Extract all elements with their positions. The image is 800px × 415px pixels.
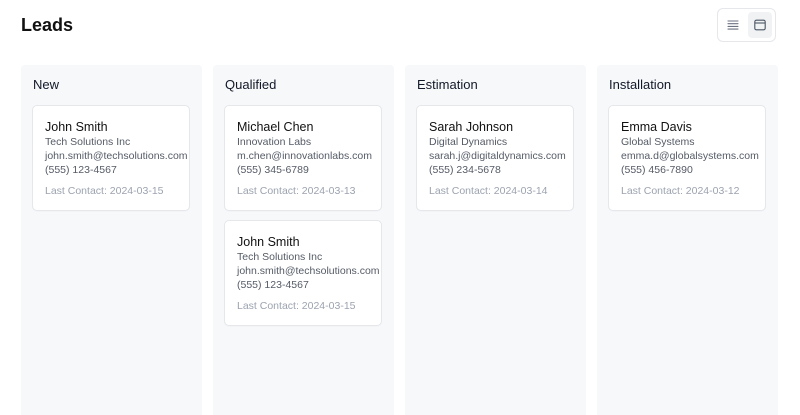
column-title: Estimation [417, 77, 478, 92]
lead-card[interactable]: John Smith Tech Solutions Inc john.smith… [32, 105, 190, 211]
lead-card[interactable]: Michael Chen Innovation Labs m.chen@inno… [224, 105, 382, 211]
column-estimation: Estimation Sarah Johnson Digital Dynamic… [405, 65, 586, 415]
list-icon [727, 20, 739, 30]
lead-last-contact: Last Contact: 2024-03-15 [45, 185, 164, 197]
lead-company: Innovation Labs [237, 136, 312, 148]
page-title: Leads [21, 15, 74, 35]
lead-last-contact: Last Contact: 2024-03-15 [237, 300, 356, 312]
lead-phone: (555) 456-7890 [621, 164, 693, 176]
lead-email: m.chen@innovationlabs.com [237, 150, 372, 162]
view-toggle [717, 8, 776, 42]
lead-name: John Smith [237, 235, 300, 249]
lead-card[interactable]: John Smith Tech Solutions Inc john.smith… [224, 220, 382, 326]
lead-company: Tech Solutions Inc [237, 251, 323, 263]
lead-name: Michael Chen [237, 120, 314, 134]
board-icon [753, 19, 766, 31]
lead-email: john.smith@techsolutions.com [45, 150, 188, 162]
board-view-button[interactable] [747, 12, 772, 38]
lead-last-contact: Last Contact: 2024-03-13 [237, 185, 356, 197]
lead-phone: (555) 123-4567 [45, 164, 117, 176]
lead-card[interactable]: Sarah Johnson Digital Dynamics sarah.j@d… [416, 105, 574, 211]
column-cards: Michael Chen Innovation Labs m.chen@inno… [224, 105, 383, 335]
column-qualified: Qualified Michael Chen Innovation Labs m… [213, 65, 394, 415]
lead-email: john.smith@techsolutions.com [237, 265, 380, 277]
column-new: New John Smith Tech Solutions Inc john.s… [21, 65, 202, 415]
lead-name: Sarah Johnson [429, 120, 514, 134]
column-cards: Sarah Johnson Digital Dynamics sarah.j@d… [416, 105, 575, 220]
lead-company: Global Systems [621, 136, 695, 148]
column-cards: John Smith Tech Solutions Inc john.smith… [32, 105, 191, 220]
column-title: Qualified [225, 77, 277, 92]
column-cards: Emma Davis Global Systems emma.d@globals… [608, 105, 767, 220]
lead-name: Emma Davis [621, 120, 692, 134]
lead-phone: (555) 345-6789 [237, 164, 309, 176]
lead-phone: (555) 234-5678 [429, 164, 501, 176]
lead-name: John Smith [45, 120, 108, 134]
lead-company: Tech Solutions Inc [45, 136, 131, 148]
column-title: New [33, 77, 60, 92]
lead-email: emma.d@globalsystems.com [621, 150, 759, 162]
lead-phone: (555) 123-4567 [237, 279, 309, 291]
list-view-button[interactable] [721, 12, 746, 38]
column-installation: Installation Emma Davis Global Systems e… [597, 65, 778, 415]
lead-company: Digital Dynamics [429, 136, 508, 148]
column-title: Installation [609, 77, 672, 92]
lead-last-contact: Last Contact: 2024-03-14 [429, 185, 548, 197]
lead-email: sarah.j@digitaldynamics.com [429, 150, 566, 162]
lead-card[interactable]: Emma Davis Global Systems emma.d@globals… [608, 105, 766, 211]
lead-last-contact: Last Contact: 2024-03-12 [621, 185, 740, 197]
